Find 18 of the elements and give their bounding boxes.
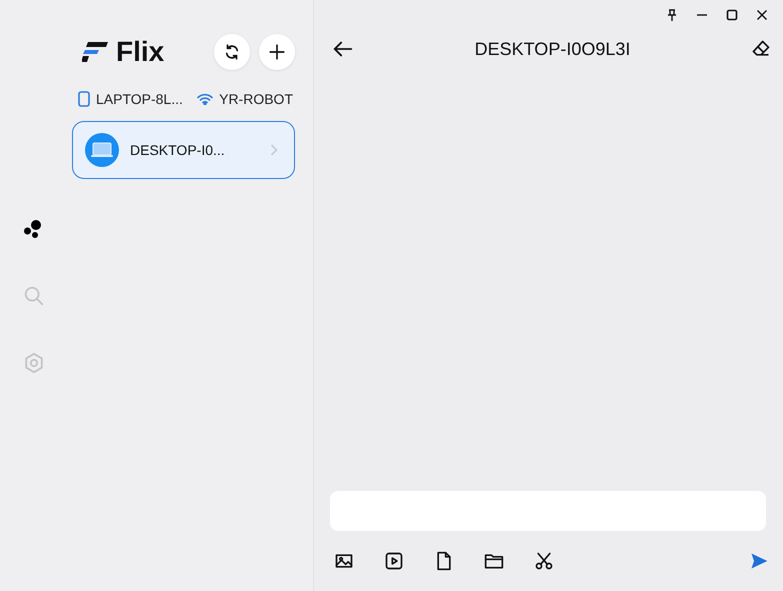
chat-title: DESKTOP-I0O9L3I: [474, 38, 630, 60]
network-name: YR-ROBOT: [219, 91, 293, 107]
device-card[interactable]: DESKTOP-I0...: [72, 121, 295, 179]
phone-icon: [78, 91, 90, 107]
wifi-icon: [197, 93, 214, 105]
plus-icon: [268, 43, 286, 61]
device-name: LAPTOP-8L...: [96, 91, 183, 107]
chevron-icon: [270, 144, 278, 156]
app-name: Flix: [116, 36, 164, 68]
logo-icon: [82, 42, 108, 62]
add-button[interactable]: [259, 34, 295, 70]
maximize-icon: [726, 9, 738, 21]
pin-icon: [666, 9, 678, 21]
device-name: DESKTOP-I0...: [130, 142, 226, 158]
close-icon: [756, 9, 768, 21]
refresh-button[interactable]: [214, 34, 250, 70]
refresh-icon: [223, 43, 241, 61]
laptop-icon: [85, 133, 119, 167]
